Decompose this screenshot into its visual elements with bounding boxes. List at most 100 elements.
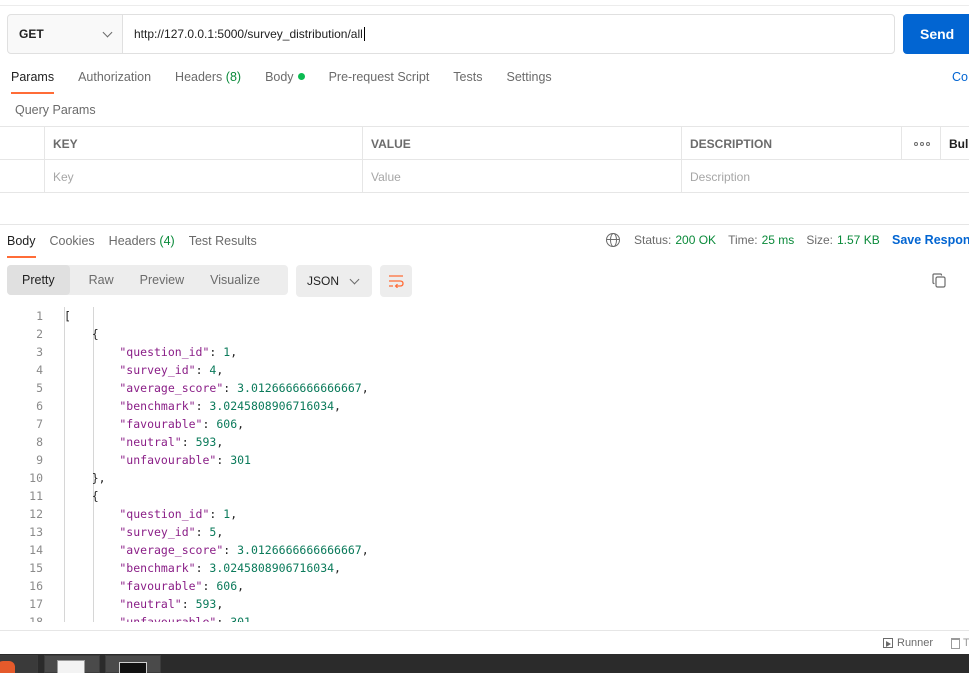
line-number: 16 bbox=[29, 579, 43, 593]
time-label: Time: bbox=[728, 233, 758, 247]
code-text: "average_score": 3.0126666666666667, bbox=[64, 543, 369, 557]
code-line: 3 "question_id": 1, bbox=[0, 343, 969, 361]
code-line: 15 "benchmark": 3.0245808906716034, bbox=[0, 559, 969, 577]
line-number: 7 bbox=[36, 417, 43, 431]
code-text: "average_score": 3.0126666666666667, bbox=[64, 381, 369, 395]
tab-test-results[interactable]: Test Results bbox=[189, 232, 257, 258]
description-column-header: DESCRIPTION bbox=[681, 127, 902, 160]
code-text: "survey_id": 5, bbox=[64, 525, 224, 539]
status-value[interactable]: 200 OK bbox=[675, 233, 716, 247]
more-options-button[interactable] bbox=[901, 127, 941, 160]
code-text: "question_id": 1, bbox=[64, 345, 238, 359]
tab-label: Params bbox=[11, 70, 55, 84]
mode-raw[interactable]: Raw bbox=[78, 265, 125, 295]
line-number: 18 bbox=[29, 615, 43, 622]
code-text: "benchmark": 3.0245808906716034, bbox=[64, 561, 341, 575]
tab-response-headers[interactable]: Headers (4) bbox=[109, 232, 175, 258]
code-line: 10 }, bbox=[0, 469, 969, 487]
code-line: 7 "favourable": 606, bbox=[0, 415, 969, 433]
code-line: 1[ bbox=[0, 307, 969, 325]
view-mode-group: Pretty Raw Preview Visualize bbox=[7, 265, 288, 295]
runner-button[interactable]: Runner bbox=[883, 637, 933, 649]
runner-icon bbox=[883, 638, 893, 648]
tab-body[interactable]: Body bbox=[265, 68, 305, 94]
url-text: http://127.0.0.1:5000/survey_distributio… bbox=[134, 27, 363, 41]
request-tabs: Params Authorization Headers (8) Body Pr… bbox=[11, 68, 576, 96]
method-select[interactable]: GET bbox=[8, 15, 123, 53]
tab-label: Body bbox=[265, 70, 294, 84]
save-response-button[interactable]: Save Respons bbox=[892, 233, 969, 247]
terminal-app-icon bbox=[119, 662, 147, 673]
bulk-edit-link[interactable]: Bul bbox=[940, 127, 969, 160]
tab-settings[interactable]: Settings bbox=[506, 68, 551, 94]
code-line: 4 "survey_id": 4, bbox=[0, 361, 969, 379]
url-input[interactable]: http://127.0.0.1:5000/survey_distributio… bbox=[123, 15, 894, 53]
line-number: 9 bbox=[36, 453, 43, 467]
trash-label: T bbox=[963, 637, 969, 649]
tab-count: (8) bbox=[225, 70, 242, 84]
chevron-down-icon bbox=[102, 27, 113, 37]
size-value[interactable]: 1.57 KB bbox=[837, 233, 880, 247]
tab-params[interactable]: Params bbox=[11, 68, 55, 94]
response-body-viewer[interactable]: 1[2 {3 "question_id": 1, 4 "survey_id": 4… bbox=[0, 307, 969, 622]
tab-pre-request-script[interactable]: Pre-request Script bbox=[329, 68, 430, 94]
response-divider bbox=[0, 224, 969, 225]
line-number: 10 bbox=[29, 471, 43, 485]
line-number: 2 bbox=[36, 327, 43, 341]
mode-pretty[interactable]: Pretty bbox=[7, 265, 70, 295]
code-line: 17 "neutral": 593, bbox=[0, 595, 969, 613]
mode-preview[interactable]: Preview bbox=[129, 265, 195, 295]
line-number: 13 bbox=[29, 525, 43, 539]
tab-authorization[interactable]: Authorization bbox=[78, 68, 151, 94]
format-label: JSON bbox=[307, 274, 340, 288]
taskbar-notepad-app[interactable] bbox=[44, 655, 100, 673]
taskbar-postman-app[interactable] bbox=[0, 655, 38, 673]
code-line: 13 "survey_id": 5, bbox=[0, 523, 969, 541]
tab-label: Authorization bbox=[78, 70, 152, 84]
query-params-title: Query Params bbox=[15, 103, 96, 117]
code-line: 14 "average_score": 3.0126666666666667, bbox=[0, 541, 969, 559]
code-text: "neutral": 593, bbox=[64, 597, 224, 611]
tab-response-body[interactable]: Body bbox=[7, 232, 36, 258]
more-horizontal-icon bbox=[913, 141, 930, 146]
cookies-link[interactable]: Co bbox=[952, 70, 968, 84]
line-number: 11 bbox=[29, 489, 43, 503]
trash-button[interactable]: T bbox=[951, 637, 969, 649]
line-number: 6 bbox=[36, 399, 43, 413]
value-input[interactable]: Value bbox=[362, 160, 682, 193]
line-number: 4 bbox=[36, 363, 43, 377]
tab-label: Pre-request Script bbox=[328, 70, 430, 84]
status-bar: Runner T bbox=[0, 630, 969, 654]
value-column-header: VALUE bbox=[362, 127, 682, 160]
code-text: "favourable": 606, bbox=[64, 417, 245, 431]
mode-visualize[interactable]: Visualize bbox=[199, 265, 271, 295]
copy-icon[interactable] bbox=[932, 273, 946, 288]
description-input[interactable]: Description bbox=[681, 160, 902, 193]
code-line: 11 { bbox=[0, 487, 969, 505]
code-line: 12 "question_id": 1, bbox=[0, 505, 969, 523]
time-value[interactable]: 25 ms bbox=[762, 233, 795, 247]
globe-icon[interactable] bbox=[606, 233, 620, 247]
request-bar: GET http://127.0.0.1:5000/survey_distrib… bbox=[7, 14, 895, 54]
code-text: "question_id": 1, bbox=[64, 507, 238, 521]
wrap-lines-button[interactable] bbox=[380, 265, 412, 297]
runner-label: Runner bbox=[897, 637, 934, 649]
green-dot-icon bbox=[297, 73, 305, 80]
tab-label: Test Results bbox=[188, 234, 257, 248]
code-line: 2 { bbox=[0, 325, 969, 343]
code-text: "benchmark": 3.0245808906716034, bbox=[64, 399, 341, 413]
tab-tests[interactable]: Tests bbox=[453, 68, 482, 94]
format-select[interactable]: JSON bbox=[296, 265, 372, 297]
response-status: Status: 200 OK Time: 25 ms Size: 1.57 KB bbox=[606, 233, 892, 247]
code-line: 16 "favourable": 606, bbox=[0, 577, 969, 595]
line-number: 12 bbox=[29, 507, 43, 521]
code-lines: 1[2 {3 "question_id": 1, 4 "survey_id": 4… bbox=[0, 307, 969, 622]
line-number: 1 bbox=[36, 309, 43, 323]
code-text: "unfavourable": 301 bbox=[64, 453, 251, 467]
tab-headers[interactable]: Headers (8) bbox=[175, 68, 241, 94]
send-button[interactable]: Send bbox=[903, 14, 969, 54]
taskbar-terminal-app[interactable] bbox=[105, 655, 161, 673]
tab-response-cookies[interactable]: Cookies bbox=[50, 232, 95, 258]
key-input[interactable]: Key bbox=[44, 160, 363, 193]
table-row: Key Value Description bbox=[0, 160, 969, 193]
